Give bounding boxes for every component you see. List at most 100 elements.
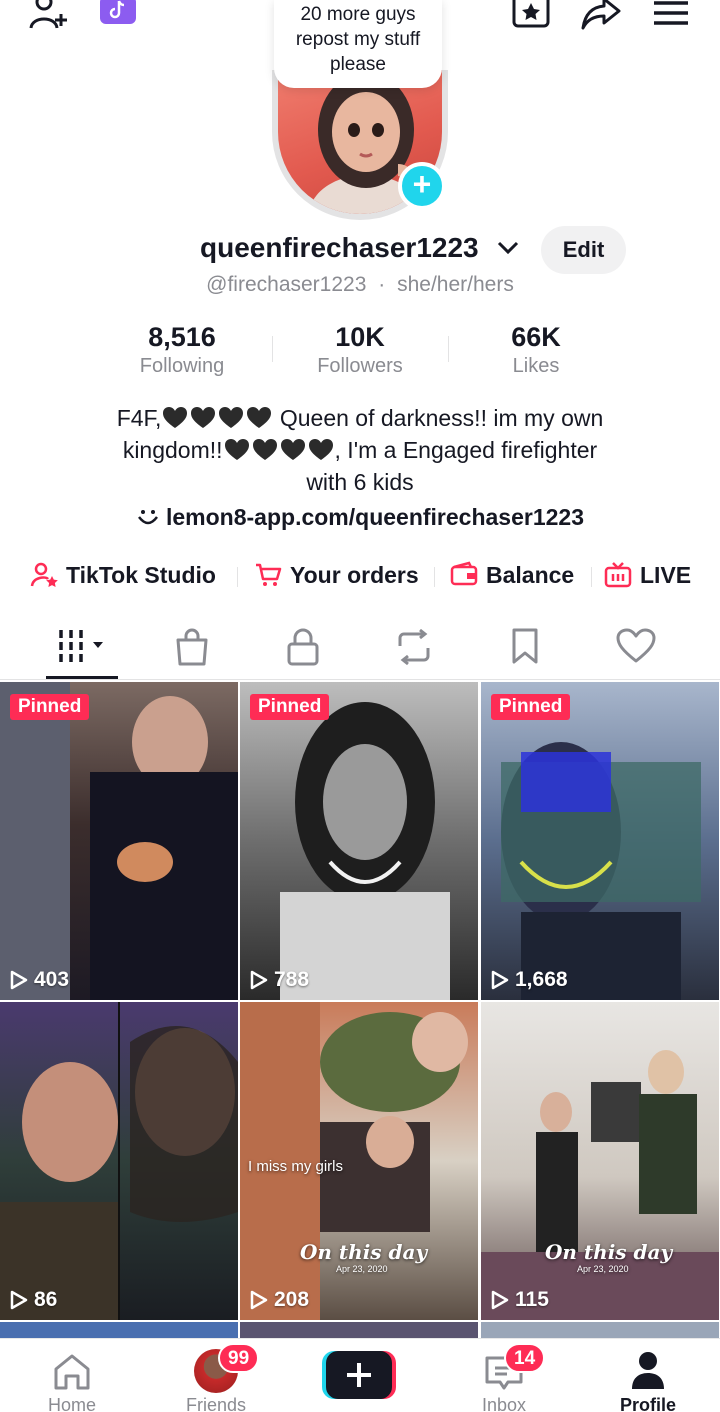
nav-label: Profile bbox=[619, 1395, 676, 1412]
stat-following[interactable]: 8,516 Following bbox=[92, 322, 272, 378]
cart-icon bbox=[256, 563, 282, 586]
stat-value: 10K bbox=[335, 322, 385, 352]
divider bbox=[591, 567, 592, 587]
video-thumbnail[interactable]: Pinned 788 bbox=[240, 682, 478, 1000]
video-thumbnail[interactable]: Pinned 1,668 bbox=[481, 682, 719, 1000]
stat-value: 8,516 bbox=[148, 322, 216, 352]
profile-link[interactable]: lemon8-app.com/queenfirechaser1223 bbox=[0, 504, 720, 531]
nav-profile[interactable]: Profile bbox=[576, 1339, 720, 1412]
nav-label: Friends bbox=[185, 1395, 247, 1412]
stamp-date: Apr 23, 2020 bbox=[336, 1264, 388, 1274]
stat-likes[interactable]: 66K Likes bbox=[446, 322, 626, 378]
tiktok-studio-button[interactable]: TikTok Studio bbox=[30, 558, 216, 592]
bio-line: kingdom!! , I'm a Engaged firefighter bbox=[60, 434, 660, 466]
handle: @firechaser1223 bbox=[206, 273, 367, 296]
stat-label: Likes bbox=[512, 355, 560, 377]
view-count-value: 403 bbox=[34, 968, 70, 991]
tool-label: TikTok Studio bbox=[66, 561, 216, 588]
home-icon bbox=[54, 1354, 90, 1390]
shop-bag-icon bbox=[176, 628, 208, 666]
profile-note-bubble[interactable]: 20 more guys repost my stuff please bbox=[274, 0, 442, 88]
view-count: 86 bbox=[10, 1288, 57, 1312]
live-button[interactable]: LIVE bbox=[604, 558, 691, 592]
creator-tools-row: TikTok Studio Your orders Balance LIVE bbox=[0, 558, 720, 592]
play-icon bbox=[250, 970, 268, 990]
black-heart-icon bbox=[162, 406, 188, 430]
tab-favorites[interactable] bbox=[470, 620, 580, 680]
create-button[interactable] bbox=[322, 1351, 396, 1399]
add-story-button[interactable]: + bbox=[398, 162, 446, 210]
video-thumbnail[interactable]: 86 bbox=[0, 1002, 238, 1320]
handle-row: @firechaser1223 · she/her/hers bbox=[0, 273, 720, 297]
black-heart-icon bbox=[252, 438, 278, 462]
bio-text: Queen of darkness!! im my own bbox=[273, 405, 604, 431]
nav-label: Inbox bbox=[481, 1395, 527, 1412]
link-url: lemon8-app.com/queenfirechaser1223 bbox=[166, 504, 584, 530]
bio-text: , I'm a Engaged firefighter bbox=[334, 437, 598, 463]
pinned-badge: Pinned bbox=[250, 694, 330, 720]
view-count-value: 86 bbox=[34, 1288, 58, 1311]
on-this-day-stamp: On this day bbox=[545, 1240, 673, 1264]
bio: F4F, Queen of darkness!! im my own kingd… bbox=[60, 402, 660, 498]
divider bbox=[237, 567, 238, 587]
wallet-icon bbox=[450, 561, 478, 586]
profile-icon bbox=[632, 1352, 664, 1389]
tool-label: Balance bbox=[486, 561, 575, 588]
stamp-date: Apr 23, 2020 bbox=[577, 1264, 629, 1274]
play-icon bbox=[10, 970, 28, 990]
video-thumbnail[interactable]: I miss my girls On this day Apr 23, 2020… bbox=[240, 1002, 478, 1320]
menu-icon[interactable] bbox=[652, 0, 690, 26]
video-thumbnail[interactable]: On this day Apr 23, 2020 115 bbox=[481, 1002, 719, 1320]
plus-icon bbox=[322, 1351, 396, 1399]
black-heart-icon bbox=[218, 406, 244, 430]
tab-reposts[interactable] bbox=[359, 620, 469, 680]
your-orders-button[interactable]: Your orders bbox=[254, 558, 419, 592]
black-heart-icon bbox=[190, 406, 216, 430]
add-friend-icon[interactable] bbox=[28, 0, 70, 30]
tab-shop[interactable] bbox=[137, 620, 247, 680]
view-count-value: 1,668 bbox=[515, 968, 568, 991]
username[interactable]: queenfirechaser1223 bbox=[200, 232, 479, 264]
on-this-day-stamp: On this day bbox=[300, 1240, 428, 1264]
nav-home[interactable]: Home bbox=[0, 1339, 144, 1412]
nav-friends[interactable]: 99 Friends bbox=[144, 1339, 288, 1412]
lock-icon bbox=[287, 628, 319, 666]
favorites-icon[interactable] bbox=[512, 0, 552, 30]
profile-tabs bbox=[0, 620, 720, 680]
edit-profile-button[interactable]: Edit bbox=[541, 226, 626, 274]
stat-followers[interactable]: 10K Followers bbox=[270, 322, 450, 378]
view-count: 788 bbox=[250, 968, 309, 992]
view-count: 208 bbox=[250, 1288, 309, 1312]
black-heart-icon bbox=[246, 406, 272, 430]
pronouns: she/her/hers bbox=[397, 273, 514, 296]
divider bbox=[434, 567, 435, 587]
heart-icon bbox=[616, 628, 656, 663]
share-icon[interactable] bbox=[580, 0, 622, 30]
play-icon bbox=[250, 1290, 268, 1310]
tab-liked[interactable] bbox=[581, 620, 691, 680]
stat-value: 66K bbox=[511, 322, 561, 352]
bio-text: F4F, bbox=[116, 405, 162, 431]
nav-inbox[interactable]: 14 Inbox bbox=[432, 1339, 576, 1412]
bio-line: F4F, Queen of darkness!! im my own bbox=[60, 402, 660, 434]
avatar[interactable]: + bbox=[262, 70, 458, 220]
tab-videos[interactable] bbox=[28, 620, 138, 680]
username-row: queenfirechaser1223 Edit bbox=[0, 226, 720, 274]
active-tab-indicator bbox=[46, 676, 118, 679]
stat-label: Following bbox=[139, 355, 225, 377]
person-star-icon bbox=[30, 562, 58, 587]
tiktok-studio-shortcut-icon[interactable] bbox=[100, 0, 136, 24]
pinned-badge: Pinned bbox=[491, 694, 571, 720]
tv-icon bbox=[604, 562, 632, 588]
tab-private[interactable] bbox=[248, 620, 358, 680]
balance-button[interactable]: Balance bbox=[450, 558, 574, 592]
view-count-value: 115 bbox=[515, 1288, 549, 1311]
video-thumbnail[interactable]: Pinned 403 bbox=[0, 682, 238, 1000]
chevron-down-icon[interactable] bbox=[497, 240, 519, 261]
note-line: repost my stuff bbox=[295, 29, 421, 50]
play-icon bbox=[491, 970, 509, 990]
friends-badge: 99 bbox=[218, 1343, 260, 1373]
tool-label: Your orders bbox=[290, 561, 419, 588]
black-heart-icon bbox=[224, 438, 250, 462]
bookmark-icon bbox=[512, 628, 538, 664]
